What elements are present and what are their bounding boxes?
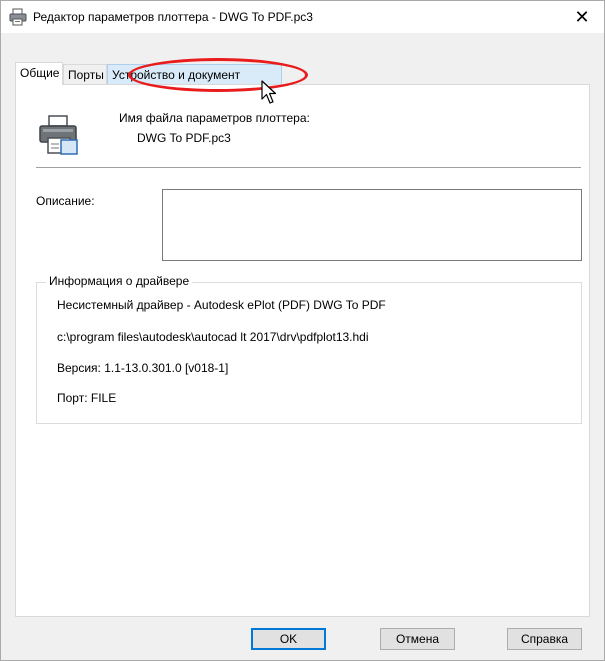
description-field[interactable]	[162, 189, 582, 261]
title-bar: Редактор параметров плоттера - DWG To PD…	[1, 1, 604, 33]
filename-value: DWG To PDF.pc3	[137, 131, 231, 145]
tab-ports[interactable]: Порты	[63, 64, 107, 84]
cancel-button[interactable]: Отмена	[380, 628, 455, 650]
annotation-highlight-ellipse	[128, 58, 308, 92]
plotter-config-dialog: Редактор параметров плоттера - DWG To PD…	[0, 0, 605, 661]
plotter-icon	[9, 8, 27, 26]
plotter-icon	[39, 115, 78, 155]
mouse-cursor-icon	[261, 80, 277, 104]
driver-port: Порт: FILE	[57, 391, 117, 405]
driver-version: Версия: 1.1-13.0.301.0 [v018-1]	[57, 361, 229, 375]
description-label: Описание:	[36, 194, 95, 208]
filename-label: Имя файла параметров плоттера:	[119, 111, 310, 125]
tab-general[interactable]: Общие	[15, 62, 63, 85]
driver-name: Несистемный драйвер - Autodesk ePlot (PD…	[57, 298, 386, 312]
close-button[interactable]: ✕	[560, 1, 604, 33]
close-icon: ✕	[574, 6, 590, 27]
driver-info-title: Информация о драйвере	[46, 274, 193, 288]
separator	[36, 167, 581, 168]
ok-button[interactable]: OK	[251, 628, 326, 650]
driver-path: c:\program files\autodesk\autocad lt 201…	[57, 330, 369, 344]
help-button[interactable]: Справка	[507, 628, 582, 650]
window-title: Редактор параметров плоттера - DWG To PD…	[33, 10, 313, 24]
